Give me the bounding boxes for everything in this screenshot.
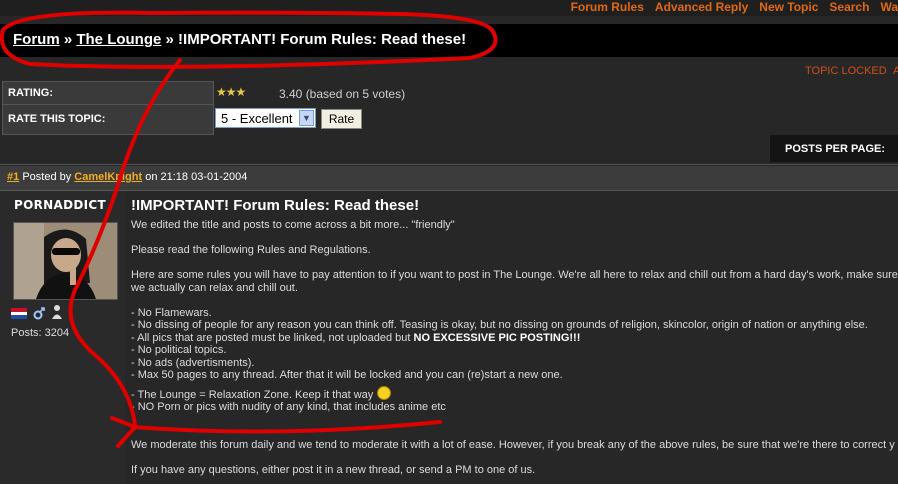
- post-line: we actually can relax and chill out.: [131, 281, 298, 294]
- user-status-icon: [52, 305, 62, 319]
- breadcrumb-separator: »: [63, 31, 73, 48]
- rating-row: RATING:: [3, 82, 213, 105]
- rule-item: - NO Porn or pics with nudity of any kin…: [131, 401, 446, 413]
- breadcrumb-forum-link[interactable]: Forum: [13, 31, 60, 48]
- breadcrumb-lounge-link[interactable]: The Lounge: [76, 31, 161, 48]
- advanced-reply-link[interactable]: Advanced Reply: [655, 0, 748, 14]
- rating-select-value: 5 - Excellent: [221, 111, 293, 126]
- avatar: [13, 222, 118, 300]
- rule-item: - No Flamewars.: [131, 306, 212, 319]
- breadcrumb-topic-title: !IMPORTANT! Forum Rules: Read these!: [178, 31, 467, 48]
- post-date: on 21:18 03-01-2004: [145, 171, 248, 183]
- posts-per-page-button[interactable]: POSTS PER PAGE:: [770, 135, 898, 162]
- rating-label: RATING:: [8, 87, 54, 99]
- breadcrumb-separator: »: [165, 31, 174, 48]
- rating-panel: RATING: RATE THIS TOPIC:: [2, 81, 214, 135]
- rule-text: - The Lounge = Relaxation Zone. Keep it …: [131, 388, 374, 401]
- user-sidebar: PORNADDICT Posts: 3204: [0, 191, 125, 484]
- new-topic-link[interactable]: New Topic: [759, 0, 818, 14]
- search-link[interactable]: Search: [829, 0, 869, 14]
- breadcrumb: Forum » The Lounge » !IMPORTANT! Forum R…: [13, 31, 466, 48]
- post-meta: #1 Posted by CamelKnight on 21:18 03-01-…: [7, 171, 247, 183]
- posted-by-label: Posted by: [22, 171, 72, 183]
- post-line: Please read the following Rules and Regu…: [131, 244, 371, 256]
- smiley-icon: [377, 385, 392, 400]
- male-icon: [33, 307, 45, 320]
- post-title: !IMPORTANT! Forum Rules: Read these!: [131, 197, 420, 214]
- forum-rules-link[interactable]: Forum Rules: [571, 0, 644, 14]
- post-header: #1 Posted by CamelKnight on 21:18 03-01-…: [0, 166, 898, 191]
- topic-status-row: TOPIC LOCKED A: [0, 62, 898, 80]
- rule-item: - All pics that are posted must be linke…: [131, 332, 898, 345]
- post-body: !IMPORTANT! Forum Rules: Read these! We …: [131, 197, 898, 476]
- rule-text: - All pics that are posted must be linke…: [131, 331, 414, 344]
- post-line: Here are some rules you will have to pay…: [131, 269, 898, 281]
- rating-stars-icon: ★★★: [216, 85, 246, 99]
- topic-locked-label: TOPIC LOCKED: [805, 65, 887, 77]
- top-nav-links: Forum Rules Advanced Reply New Topic Search…: [560, 0, 898, 14]
- top-nav: Forum Rules Advanced Reply New Topic Search…: [0, 0, 898, 16]
- post-line: We moderate this forum daily and we tend…: [131, 438, 895, 451]
- divider: [0, 164, 898, 165]
- rule-item: - The Lounge = Relaxation Zone. Keep it …: [131, 385, 898, 402]
- rate-button[interactable]: Rate: [321, 109, 362, 129]
- breadcrumb-bar: Forum » The Lounge » !IMPORTANT! Forum R…: [0, 24, 898, 57]
- netherlands-flag-icon: [11, 308, 27, 319]
- rating-text: 3.40 (based on 5 votes): [279, 87, 406, 101]
- post-line: If you have any questions, either post i…: [131, 463, 536, 476]
- rate-topic-label: RATE THIS TOPIC:: [8, 113, 106, 125]
- rule-item: - Max 50 pages to any thread. After that…: [131, 369, 563, 381]
- post-number-link[interactable]: #1: [7, 171, 19, 183]
- post-line: We edited the title and posts to come ac…: [131, 219, 455, 231]
- truncated-status-label: A: [893, 65, 898, 77]
- post-author-link[interactable]: CamelKnight: [74, 171, 142, 183]
- rule-item: - No political topics.: [131, 344, 227, 356]
- chevron-down-icon[interactable]: ▼: [299, 110, 314, 126]
- username[interactable]: PORNADDICT: [14, 198, 106, 212]
- rule-item: - No ads (advertisments).: [131, 356, 255, 369]
- rule-item: - No dissing of people for any reason yo…: [131, 319, 868, 331]
- truncated-nav-link[interactable]: Wa: [880, 0, 898, 14]
- post-count: Posts: 3204: [11, 327, 70, 339]
- rule-bold: NO EXCESSIVE PIC POSTING!!!: [413, 331, 581, 344]
- rating-select[interactable]: 5 - Excellent ▼: [215, 108, 316, 128]
